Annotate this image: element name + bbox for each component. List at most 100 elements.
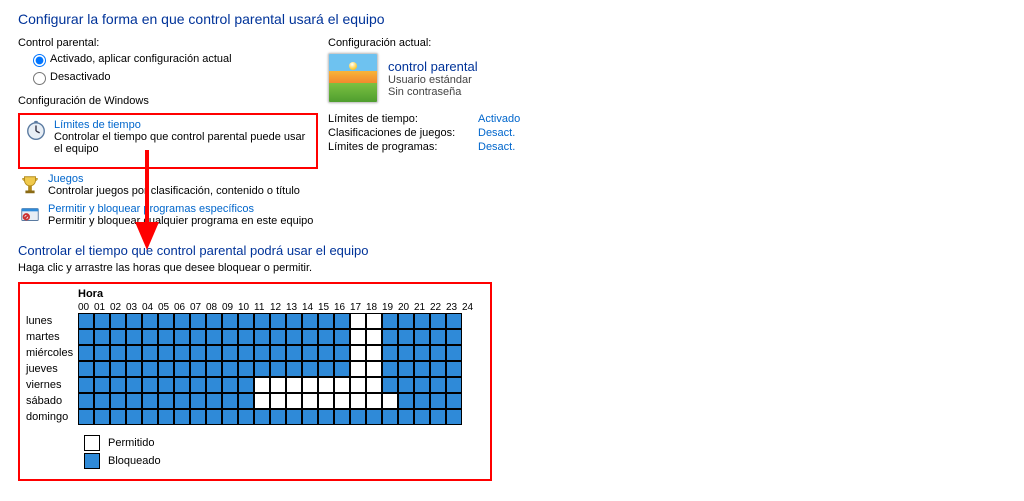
schedule-cell[interactable] bbox=[334, 329, 350, 345]
schedule-cell[interactable] bbox=[190, 313, 206, 329]
schedule-cell[interactable] bbox=[366, 377, 382, 393]
schedule-cell[interactable] bbox=[174, 377, 190, 393]
schedule-cell[interactable] bbox=[110, 313, 126, 329]
schedule-cell[interactable] bbox=[302, 377, 318, 393]
schedule-cell[interactable] bbox=[382, 393, 398, 409]
schedule-cell[interactable] bbox=[142, 377, 158, 393]
schedule-cell[interactable] bbox=[382, 409, 398, 425]
schedule-cell[interactable] bbox=[94, 377, 110, 393]
radio-on-row[interactable]: Activado, aplicar configuración actual bbox=[28, 51, 318, 67]
schedule-cell[interactable] bbox=[430, 393, 446, 409]
schedule-cell[interactable] bbox=[334, 345, 350, 361]
schedule-cell[interactable] bbox=[94, 345, 110, 361]
schedule-cell[interactable] bbox=[414, 393, 430, 409]
schedule-cells[interactable] bbox=[78, 313, 462, 425]
schedule-cell[interactable] bbox=[78, 329, 94, 345]
schedule-cell[interactable] bbox=[318, 313, 334, 329]
schedule-cell[interactable] bbox=[430, 377, 446, 393]
schedule-cell[interactable] bbox=[142, 393, 158, 409]
schedule-cell[interactable] bbox=[430, 361, 446, 377]
schedule-cell[interactable] bbox=[206, 313, 222, 329]
schedule-cell[interactable] bbox=[206, 393, 222, 409]
schedule-cell[interactable] bbox=[142, 345, 158, 361]
schedule-cell[interactable] bbox=[350, 345, 366, 361]
schedule-cell[interactable] bbox=[142, 329, 158, 345]
schedule-cell[interactable] bbox=[430, 409, 446, 425]
schedule-cell[interactable] bbox=[334, 313, 350, 329]
schedule-cell[interactable] bbox=[222, 345, 238, 361]
radio-off-row[interactable]: Desactivado bbox=[28, 69, 318, 85]
schedule-cell[interactable] bbox=[270, 329, 286, 345]
schedule-cell[interactable] bbox=[94, 393, 110, 409]
schedule-cell[interactable] bbox=[254, 409, 270, 425]
schedule-cell[interactable] bbox=[302, 393, 318, 409]
schedule-cell[interactable] bbox=[302, 361, 318, 377]
schedule-cell[interactable] bbox=[158, 313, 174, 329]
schedule-cell[interactable] bbox=[446, 409, 462, 425]
schedule-cell[interactable] bbox=[286, 377, 302, 393]
time-limits-link[interactable]: Límites de tiempo Controlar el tiempo qu… bbox=[24, 119, 312, 155]
schedule-cell[interactable] bbox=[78, 345, 94, 361]
schedule-cell[interactable] bbox=[222, 313, 238, 329]
games-link[interactable]: Juegos Controlar juegos por clasificació… bbox=[18, 173, 318, 197]
schedule-cell[interactable] bbox=[286, 345, 302, 361]
schedule-cell[interactable] bbox=[174, 409, 190, 425]
programs-link[interactable]: Permitir y bloquear programas específico… bbox=[18, 203, 318, 227]
schedule-cell[interactable] bbox=[126, 393, 142, 409]
schedule-cell[interactable] bbox=[190, 377, 206, 393]
schedule-cell[interactable] bbox=[318, 393, 334, 409]
schedule-cell[interactable] bbox=[190, 393, 206, 409]
schedule-cell[interactable] bbox=[318, 377, 334, 393]
schedule-cell[interactable] bbox=[270, 345, 286, 361]
schedule-cell[interactable] bbox=[142, 409, 158, 425]
schedule-cell[interactable] bbox=[382, 329, 398, 345]
schedule-cell[interactable] bbox=[446, 345, 462, 361]
schedule-cell[interactable] bbox=[446, 393, 462, 409]
schedule-cell[interactable] bbox=[302, 329, 318, 345]
schedule-cell[interactable] bbox=[254, 393, 270, 409]
status-games-value[interactable]: Desact. bbox=[478, 127, 520, 139]
schedule-cell[interactable] bbox=[174, 329, 190, 345]
schedule-cell[interactable] bbox=[414, 345, 430, 361]
schedule-cell[interactable] bbox=[286, 409, 302, 425]
schedule-cell[interactable] bbox=[238, 377, 254, 393]
schedule-cell[interactable] bbox=[318, 361, 334, 377]
schedule-cell[interactable] bbox=[286, 329, 302, 345]
schedule-cell[interactable] bbox=[222, 329, 238, 345]
schedule-cell[interactable] bbox=[206, 361, 222, 377]
schedule-cell[interactable] bbox=[286, 393, 302, 409]
schedule-cell[interactable] bbox=[158, 393, 174, 409]
schedule-cell[interactable] bbox=[142, 361, 158, 377]
schedule-cell[interactable] bbox=[366, 409, 382, 425]
schedule-cell[interactable] bbox=[78, 377, 94, 393]
schedule-cell[interactable] bbox=[318, 409, 334, 425]
schedule-cell[interactable] bbox=[398, 345, 414, 361]
schedule-cell[interactable] bbox=[366, 313, 382, 329]
schedule-cell[interactable] bbox=[110, 377, 126, 393]
schedule-cell[interactable] bbox=[398, 377, 414, 393]
schedule-cell[interactable] bbox=[270, 361, 286, 377]
schedule-cell[interactable] bbox=[110, 409, 126, 425]
schedule-cell[interactable] bbox=[126, 409, 142, 425]
schedule-cell[interactable] bbox=[94, 313, 110, 329]
status-time-value[interactable]: Activado bbox=[478, 113, 520, 125]
status-programs-value[interactable]: Desact. bbox=[478, 141, 520, 153]
schedule-cell[interactable] bbox=[318, 329, 334, 345]
schedule-cell[interactable] bbox=[190, 329, 206, 345]
schedule-cell[interactable] bbox=[446, 329, 462, 345]
schedule-cell[interactable] bbox=[254, 361, 270, 377]
schedule-cell[interactable] bbox=[254, 377, 270, 393]
schedule-cell[interactable] bbox=[398, 393, 414, 409]
schedule-cell[interactable] bbox=[366, 329, 382, 345]
schedule-cell[interactable] bbox=[414, 361, 430, 377]
schedule-cell[interactable] bbox=[398, 361, 414, 377]
schedule-cell[interactable] bbox=[382, 377, 398, 393]
schedule-cell[interactable] bbox=[254, 313, 270, 329]
schedule-cell[interactable] bbox=[334, 393, 350, 409]
schedule-cell[interactable] bbox=[206, 345, 222, 361]
schedule-cell[interactable] bbox=[302, 409, 318, 425]
schedule-cell[interactable] bbox=[94, 329, 110, 345]
schedule-cell[interactable] bbox=[430, 329, 446, 345]
schedule-cell[interactable] bbox=[206, 409, 222, 425]
schedule-cell[interactable] bbox=[78, 409, 94, 425]
